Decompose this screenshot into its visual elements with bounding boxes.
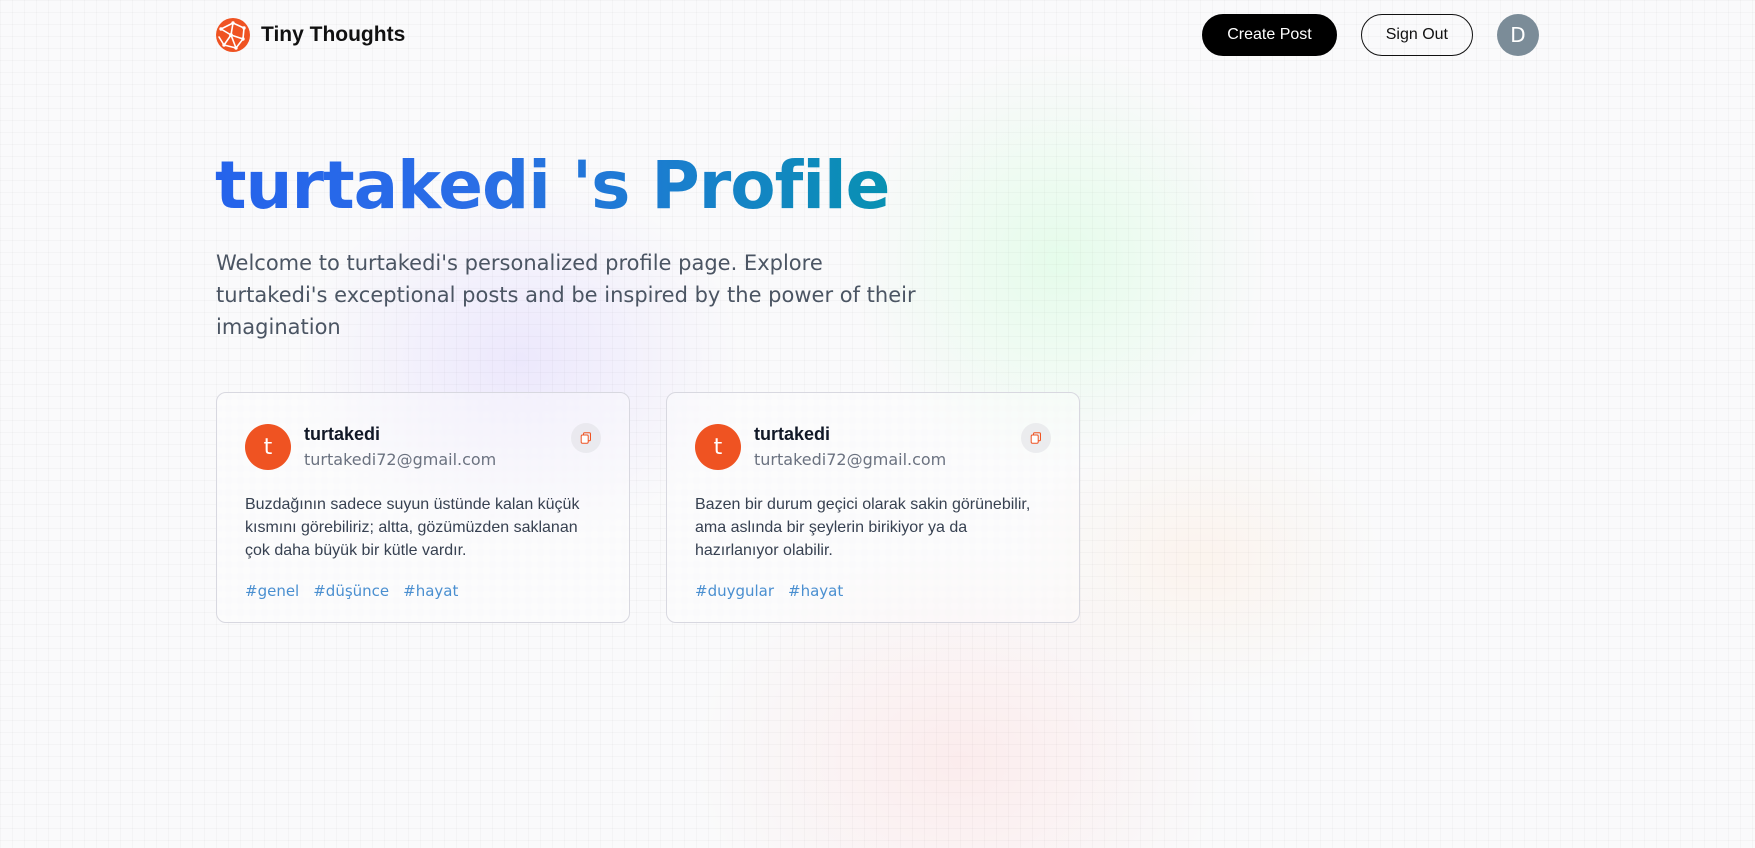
author-avatar[interactable]: t [245, 424, 291, 470]
tag[interactable]: #duygular [695, 582, 774, 600]
post-card: t turtakedi turtakedi72@gmail.com Bazen … [666, 392, 1080, 623]
tag[interactable]: #hayat [403, 582, 458, 600]
copy-button[interactable] [1021, 423, 1051, 453]
post-tags: #duygular #hayat [695, 582, 1051, 600]
post-content: Buzdağının sadece suyun üstünde kalan kü… [245, 496, 580, 559]
brand[interactable]: Tiny Thoughts [215, 17, 405, 53]
copy-icon [580, 432, 591, 444]
tag[interactable]: #genel [245, 582, 299, 600]
author-username: turtakedi [304, 424, 381, 444]
post-tags: #genel #düşünce #hayat [245, 582, 601, 600]
globe-network-icon [216, 18, 250, 52]
copy-button[interactable] [571, 423, 601, 453]
author-username: turtakedi [754, 424, 831, 444]
post-card-header: t turtakedi turtakedi72@gmail.com [245, 423, 601, 471]
post-card-header: t turtakedi turtakedi72@gmail.com [695, 423, 1051, 471]
page-title: turtakedi 's Profile [215, 147, 890, 224]
create-post-button[interactable]: Create Post [1202, 14, 1337, 56]
page-description: Welcome to turtakedi's personalized prof… [216, 251, 916, 339]
user-avatar[interactable]: D [1497, 14, 1539, 56]
top-nav: Tiny Thoughts Create Post Sign Out D [215, 14, 1539, 56]
author-avatar[interactable]: t [695, 424, 741, 470]
copy-icon [1030, 432, 1041, 444]
author-email: turtakedi72@gmail.com [304, 450, 497, 469]
post-card: t turtakedi turtakedi72@gmail.com Buzdağ… [216, 392, 630, 623]
tag[interactable]: #hayat [788, 582, 843, 600]
tag[interactable]: #düşünce [313, 582, 389, 600]
author-info[interactable]: turtakedi turtakedi72@gmail.com [304, 423, 496, 471]
author-email: turtakedi72@gmail.com [754, 450, 947, 469]
post-content: Bazen bir durum geçici olarak sakin görü… [695, 496, 1031, 559]
sign-out-button[interactable]: Sign Out [1360, 14, 1473, 56]
author-info[interactable]: turtakedi turtakedi72@gmail.com [754, 423, 946, 471]
brand-name: Tiny Thoughts [261, 23, 406, 46]
nav-actions: Create Post Sign Out D [1202, 14, 1539, 56]
